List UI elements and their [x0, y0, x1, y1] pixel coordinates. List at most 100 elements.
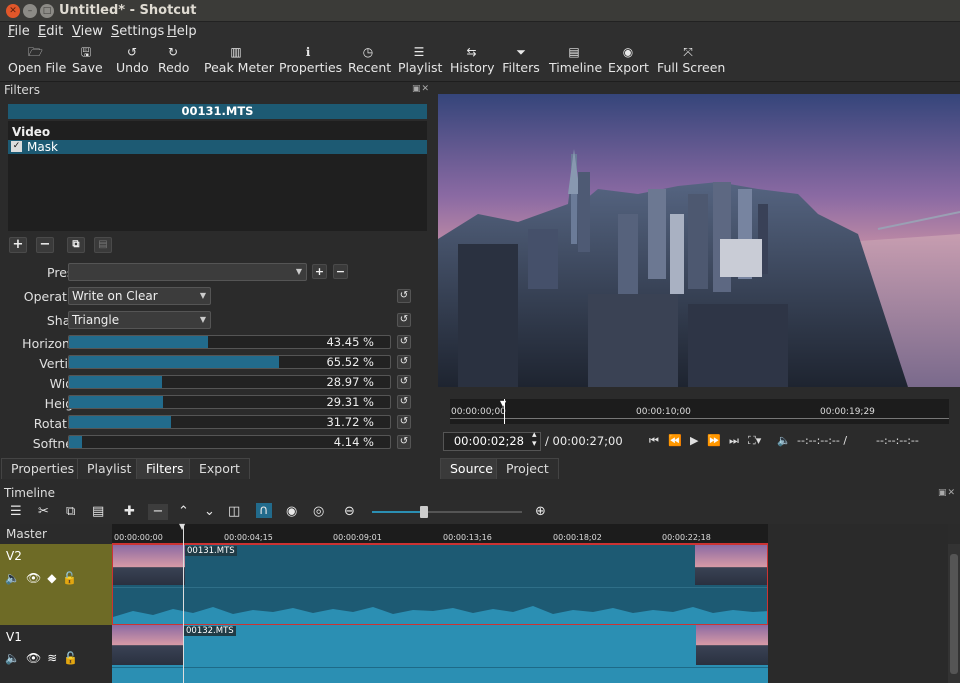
tab-filters[interactable]: Filters: [136, 458, 194, 479]
timeline-menu-icon[interactable]: ☰: [10, 504, 22, 519]
timeline-playhead[interactable]: [183, 524, 184, 683]
zoom-out-icon[interactable]: ⊖: [344, 504, 355, 519]
snap-magnet-icon[interactable]: ∩: [256, 503, 272, 518]
menu-file[interactable]: File: [8, 24, 30, 39]
reset-param-icon[interactable]: ↺: [397, 375, 411, 389]
param-slider[interactable]: 29.31 %: [68, 395, 391, 409]
export-button[interactable]: ◉ Export: [608, 44, 649, 75]
redo-button[interactable]: ↻ Redo: [158, 44, 189, 75]
reset-param-icon[interactable]: ↺: [397, 415, 411, 429]
maximize-window-icon[interactable]: □: [40, 4, 54, 18]
player-scrubber[interactable]: 00:00:00;00 00:00:10;00 00:00:19;29 ▼: [450, 399, 949, 424]
scrub-eye-icon[interactable]: ◉: [286, 504, 297, 519]
menu-edit[interactable]: Edit: [38, 24, 63, 39]
master-track-header[interactable]: Master: [0, 524, 112, 544]
split-icon[interactable]: ◫: [228, 504, 240, 519]
timeline-clip-v1[interactable]: 00132.MTS: [112, 625, 768, 683]
track-header-v2[interactable]: V2 🔈👁◆🔓: [0, 544, 112, 625]
track-header-v1[interactable]: V1 🔈👁≋🔓: [0, 625, 112, 683]
recent-button[interactable]: ◷ Recent: [348, 44, 391, 75]
open-file-button[interactable]: 🗁 Open File: [8, 44, 66, 75]
overwrite-icon[interactable]: ⌄: [204, 504, 215, 519]
tab-export[interactable]: Export: [189, 458, 250, 479]
mute-icon[interactable]: 🔈: [5, 571, 26, 585]
reset-operation-icon[interactable]: ↺: [397, 289, 411, 303]
cut-icon[interactable]: ✂: [38, 504, 49, 519]
paste-filter-icon[interactable]: ▤: [94, 237, 112, 253]
play-icon[interactable]: ▶: [690, 434, 698, 447]
filter-list-item[interactable]: ✓ Mask: [8, 140, 427, 154]
timeline-scrollbar[interactable]: [948, 544, 960, 683]
zoom-toggle-icon[interactable]: ⛶▾: [748, 434, 761, 448]
video-preview[interactable]: [438, 94, 960, 387]
hide-eye-icon[interactable]: 👁: [26, 651, 47, 665]
timecode-spin-icon[interactable]: ▴ ▾: [532, 431, 537, 449]
add-filter-button[interactable]: +: [9, 237, 27, 253]
tab-properties[interactable]: Properties: [1, 458, 85, 479]
param-slider[interactable]: 28.97 %: [68, 375, 391, 389]
zoom-in-icon[interactable]: ⊕: [535, 504, 546, 519]
reset-param-icon[interactable]: ↺: [397, 435, 411, 449]
fast-forward-icon[interactable]: ⏩: [707, 434, 721, 447]
playlist-button[interactable]: ☰ Playlist: [398, 44, 442, 75]
timeline-ruler[interactable]: 00:00:00;00 00:00:04;15 00:00:09;01 00:0…: [112, 524, 768, 544]
param-slider[interactable]: 65.52 %: [68, 355, 391, 369]
lock-icon[interactable]: 🔓: [63, 651, 84, 665]
ripple-target-icon[interactable]: ◎: [313, 504, 324, 519]
minimize-window-icon[interactable]: –: [23, 4, 37, 18]
track-controls[interactable]: 🔈👁◆🔓: [5, 571, 83, 585]
ripple-delete-icon[interactable]: −: [148, 504, 168, 520]
filters-button[interactable]: ⏷ Filters: [502, 44, 540, 75]
attached-filters-list[interactable]: Video ✓ Mask: [8, 121, 427, 231]
param-slider[interactable]: 4.14 %: [68, 435, 391, 449]
save-button[interactable]: 🖫 Save: [72, 44, 103, 75]
copy-icon[interactable]: ⧉: [66, 504, 75, 519]
tab-playlist[interactable]: Playlist: [77, 458, 142, 479]
operation-combo[interactable]: Write on Clear ▼: [68, 287, 211, 305]
append-icon[interactable]: ✚: [124, 504, 135, 519]
reset-shape-icon[interactable]: ↺: [397, 313, 411, 327]
timeline-button[interactable]: ▤ Timeline: [549, 44, 602, 75]
zoom-slider-handle[interactable]: [420, 506, 428, 518]
paste-icon[interactable]: ▤: [92, 504, 104, 519]
param-slider[interactable]: 31.72 %: [68, 415, 391, 429]
lock-icon[interactable]: 🔓: [62, 571, 83, 585]
rewind-icon[interactable]: ⏪: [668, 434, 682, 447]
composite-icon[interactable]: ◆: [47, 571, 62, 585]
dock-float-close-icon[interactable]: ▣✕: [938, 488, 956, 498]
mute-icon[interactable]: 🔈: [5, 651, 26, 665]
full-screen-button[interactable]: ⤧ Full Screen: [657, 44, 725, 75]
tab-project[interactable]: Project: [496, 458, 559, 479]
delete-preset-button[interactable]: −: [333, 264, 348, 279]
lift-icon[interactable]: ⌃: [178, 504, 189, 519]
save-preset-button[interactable]: +: [312, 264, 327, 279]
track-controls[interactable]: 🔈👁≋🔓: [5, 651, 84, 665]
close-window-icon[interactable]: ✕: [6, 4, 20, 18]
reset-param-icon[interactable]: ↺: [397, 355, 411, 369]
remove-filter-button[interactable]: −: [36, 237, 54, 253]
menu-help[interactable]: Help: [167, 24, 197, 39]
tab-source[interactable]: Source: [440, 458, 503, 479]
position-timecode-field[interactable]: 00:00:02;28: [443, 432, 541, 451]
menu-settings[interactable]: Settings: [111, 24, 164, 39]
skip-to-start-icon[interactable]: ⏮: [649, 434, 659, 448]
peak-meter-button[interactable]: ▥ Peak Meter: [204, 44, 274, 75]
reset-param-icon[interactable]: ↺: [397, 335, 411, 349]
timeline-empty-area[interactable]: [768, 524, 948, 683]
layers-icon[interactable]: ≋: [47, 651, 63, 665]
history-button[interactable]: ⇆ History: [450, 44, 494, 75]
timeline-clip-v2[interactable]: 00131.MTS: [112, 544, 768, 625]
shape-combo[interactable]: Triangle ▼: [68, 311, 211, 329]
preset-combo[interactable]: ▼: [68, 263, 307, 281]
dock-float-close-icon[interactable]: ▣✕: [412, 84, 430, 94]
properties-button[interactable]: ℹ Properties: [279, 44, 342, 75]
volume-icon[interactable]: 🔈: [777, 434, 791, 447]
filter-enabled-checkbox[interactable]: ✓: [11, 141, 22, 152]
zoom-slider[interactable]: [372, 506, 522, 518]
undo-button[interactable]: ↺ Undo: [116, 44, 149, 75]
skip-to-end-icon[interactable]: ⏭: [729, 434, 739, 448]
menu-view[interactable]: View: [72, 24, 103, 39]
copy-filter-icon[interactable]: ⧉: [67, 237, 85, 253]
param-slider[interactable]: 43.45 %: [68, 335, 391, 349]
reset-param-icon[interactable]: ↺: [397, 395, 411, 409]
